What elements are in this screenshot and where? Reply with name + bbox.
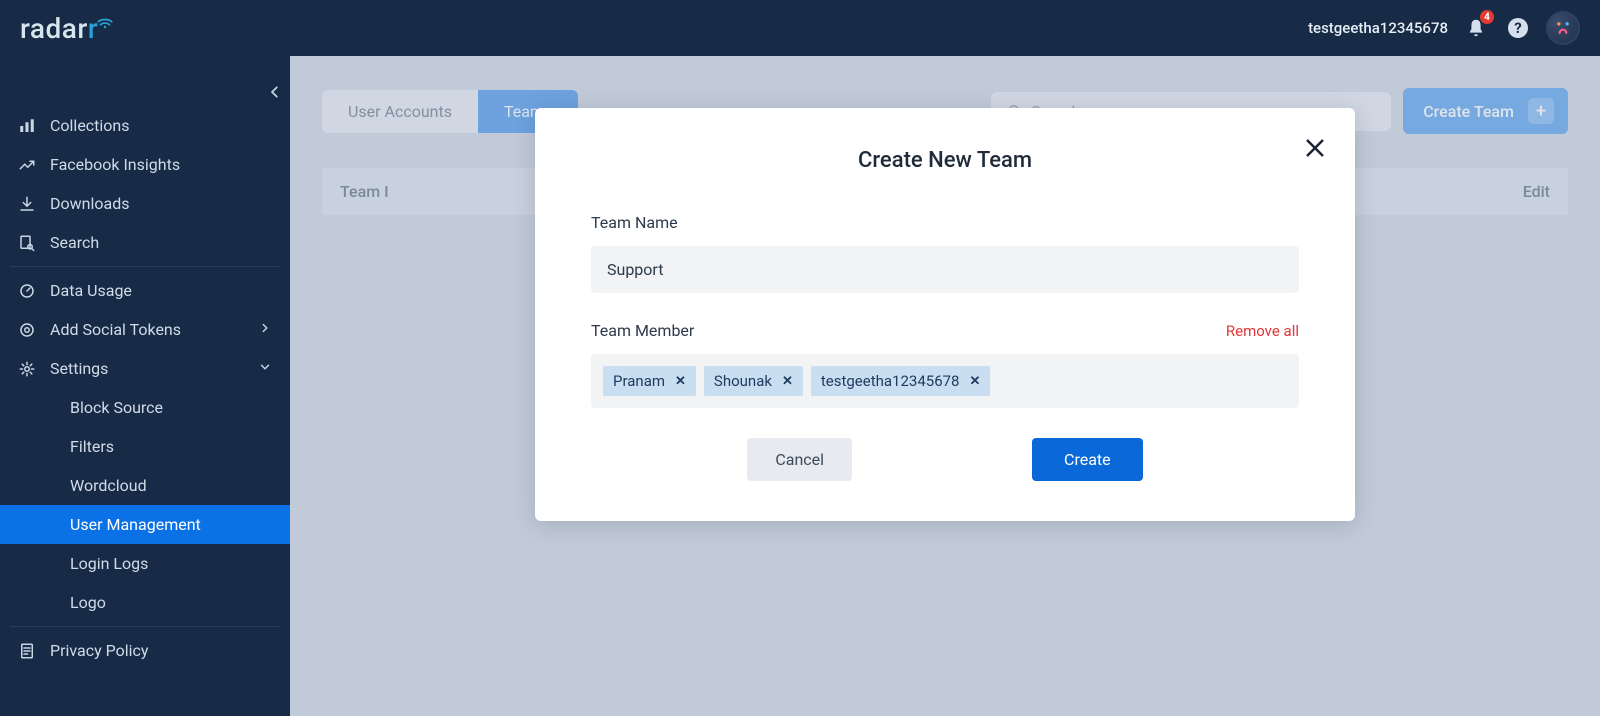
svg-text:?: ? (1514, 19, 1521, 37)
gauge-icon (18, 282, 36, 300)
chev (258, 320, 272, 339)
subnav-label: Logo (70, 593, 106, 612)
sidebar-subitem-logo[interactable]: Logo (0, 583, 290, 622)
chip-remove-button[interactable]: ✕ (970, 374, 981, 389)
nav-label: Facebook Insights (50, 155, 180, 174)
chip-label: testgeetha12345678 (821, 372, 960, 390)
chip-remove-button[interactable]: ✕ (675, 374, 686, 389)
create-team-modal: Create New Team Team Name Team Member Re… (535, 108, 1355, 521)
subnav-label: Block Source (70, 398, 163, 417)
sidebar-subitem-wordcloud[interactable]: Wordcloud (0, 466, 290, 505)
chev (258, 359, 272, 378)
nav-label: Privacy Policy (50, 641, 149, 660)
target-icon (18, 321, 36, 339)
nav-icon (18, 642, 36, 660)
sidebar-item-search[interactable]: Search (0, 223, 290, 262)
nav-label: Data Usage (50, 281, 132, 300)
chip-remove-button[interactable]: ✕ (782, 374, 793, 389)
topbar: radarr testgeetha12345678 4 ? (0, 0, 1600, 56)
team-name-input[interactable] (591, 246, 1299, 293)
chip-label: Pranam (613, 372, 665, 390)
nav-divider (10, 266, 280, 267)
close-modal-button[interactable] (1303, 136, 1327, 164)
sidebar-item-collections[interactable]: Collections (0, 106, 290, 145)
remove-all-link[interactable]: Remove all (1226, 322, 1299, 340)
member-chip: testgeetha12345678 ✕ (811, 366, 991, 396)
avatar[interactable] (1546, 11, 1580, 45)
sidebar: Collections Facebook Insights Downloads Sea… (0, 56, 290, 716)
team-member-chips[interactable]: Pranam ✕ Shounak ✕ testgeetha12345678 ✕ (591, 354, 1299, 408)
chip-label: Shounak (714, 372, 772, 390)
sidebar-subitem-login-logs[interactable]: Login Logs (0, 544, 290, 583)
subnav-label: Filters (70, 437, 114, 456)
nav-icon (18, 156, 36, 174)
sidebar-item-privacy-policy[interactable]: Privacy Policy (0, 631, 290, 670)
subnav-label: Login Logs (70, 554, 148, 573)
nav-icon (18, 234, 36, 252)
member-chip: Pranam ✕ (603, 366, 696, 396)
search-doc-icon (18, 234, 36, 252)
sidebar-item-add-social-tokens[interactable]: Add Social Tokens (0, 310, 290, 349)
sidebar-item-settings[interactable]: Settings (0, 349, 290, 388)
gear-icon (18, 360, 36, 378)
chevron-right-icon (258, 321, 272, 335)
team-name-label: Team Name (591, 213, 678, 232)
team-member-label: Team Member (591, 321, 694, 340)
modal-overlay: Create New Team Team Name Team Member Re… (290, 56, 1600, 716)
sidebar-item-data-usage[interactable]: Data Usage (0, 271, 290, 310)
notifications-button[interactable]: 4 (1462, 14, 1490, 42)
team-name-group: Team Name (591, 213, 1299, 293)
nav-icon (18, 321, 36, 339)
nav-divider (10, 626, 280, 627)
modal-actions: Cancel Create (591, 438, 1299, 481)
download-icon (18, 195, 36, 213)
help-button[interactable]: ? (1504, 14, 1532, 42)
member-chip: Shounak ✕ (704, 366, 803, 396)
username-label: testgeetha12345678 (1308, 19, 1448, 37)
chevron-left-icon (268, 85, 282, 99)
create-button[interactable]: Create (1032, 438, 1143, 481)
sidebar-subitem-block-source[interactable]: Block Source (0, 388, 290, 427)
sidebar-item-downloads[interactable]: Downloads (0, 184, 290, 223)
help-icon: ? (1506, 16, 1530, 40)
topbar-right: testgeetha12345678 4 ? (1308, 11, 1580, 45)
nav-icon (18, 117, 36, 135)
sidebar-subitem-filters[interactable]: Filters (0, 427, 290, 466)
doc-icon (18, 642, 36, 660)
trend-icon (18, 156, 36, 174)
notification-badge: 4 (1480, 10, 1494, 24)
nav-label: Add Social Tokens (50, 320, 181, 339)
brand-logo[interactable]: radarr (20, 12, 114, 45)
close-icon (1303, 136, 1327, 160)
brand-text-1: radar (20, 12, 88, 45)
bars-icon (18, 117, 36, 135)
chevron-down-icon (258, 360, 272, 374)
cancel-button[interactable]: Cancel (747, 438, 852, 481)
nav-label: Downloads (50, 194, 129, 213)
collapse-sidebar-button[interactable] (268, 84, 282, 103)
nav-icon (18, 360, 36, 378)
modal-title: Create New Team (591, 148, 1299, 173)
sidebar-subitem-user-management[interactable]: User Management (0, 505, 290, 544)
team-member-group: Team Member Remove all Pranam✕Shounak✕te… (591, 321, 1299, 408)
sidebar-item-facebook-insights[interactable]: Facebook Insights (0, 145, 290, 184)
nav-label: Collections (50, 116, 130, 135)
wifi-icon (96, 12, 114, 30)
nav-icon (18, 195, 36, 213)
nav-label: Settings (50, 359, 108, 378)
nav-icon (18, 282, 36, 300)
subnav-label: Wordcloud (70, 476, 147, 495)
avatar-icon (1553, 18, 1573, 38)
subnav-label: User Management (70, 515, 201, 534)
nav-label: Search (50, 233, 99, 252)
